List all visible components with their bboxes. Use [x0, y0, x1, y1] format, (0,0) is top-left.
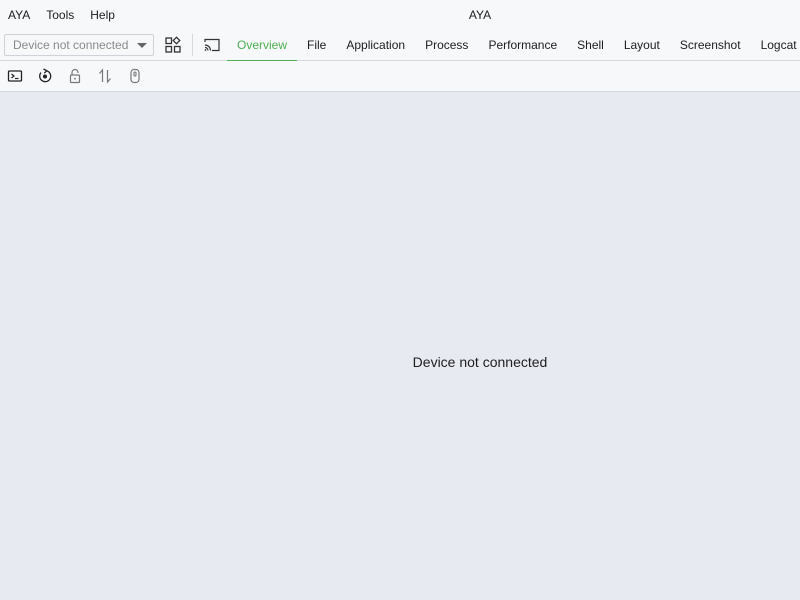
- menu-help[interactable]: Help: [82, 0, 123, 30]
- tab-logcat[interactable]: Logcat: [751, 30, 800, 61]
- toolbar-divider: [192, 34, 193, 56]
- unlock-icon: [69, 68, 81, 84]
- mouse-button[interactable]: [125, 66, 145, 86]
- tab-performance[interactable]: Performance: [478, 30, 567, 61]
- cast-button[interactable]: [200, 34, 224, 56]
- mouse-icon: [130, 68, 140, 84]
- tab-application[interactable]: Application: [336, 30, 415, 61]
- swap-button[interactable]: [95, 66, 115, 86]
- tab-file[interactable]: File: [297, 30, 336, 61]
- unlock-button[interactable]: [65, 66, 85, 86]
- title-bar: AYA Tools Help AYA: [0, 0, 800, 30]
- apps-icon: [165, 36, 181, 53]
- overview-panel: Device not connected: [0, 92, 800, 600]
- swap-vertical-icon: [99, 68, 111, 84]
- tab-process[interactable]: Process: [415, 30, 478, 61]
- empty-state-message: Device not connected: [412, 354, 548, 370]
- device-select[interactable]: Device not connected: [4, 34, 154, 56]
- menu-bar: AYA Tools Help: [0, 0, 123, 30]
- device-select-value: Device not connected: [13, 38, 129, 52]
- tab-layout[interactable]: Layout: [614, 30, 670, 61]
- apps-button[interactable]: [161, 34, 185, 56]
- tab-bar: Overview File Application Process Perfor…: [227, 30, 800, 61]
- cast-icon: [204, 38, 220, 52]
- tab-screenshot[interactable]: Screenshot: [670, 30, 751, 61]
- terminal-icon: [7, 70, 23, 82]
- overview-toolbar: [0, 61, 800, 92]
- terminal-button[interactable]: [5, 66, 25, 86]
- main-toolbar: Device not connected Overview File Appli…: [0, 30, 800, 61]
- tab-shell[interactable]: Shell: [567, 30, 614, 61]
- menu-tools[interactable]: Tools: [38, 0, 82, 30]
- reboot-button[interactable]: [35, 66, 55, 86]
- menu-aya[interactable]: AYA: [0, 0, 38, 30]
- tab-overview[interactable]: Overview: [227, 30, 298, 61]
- reboot-icon: [39, 68, 52, 83]
- chevron-down-icon: [137, 43, 147, 48]
